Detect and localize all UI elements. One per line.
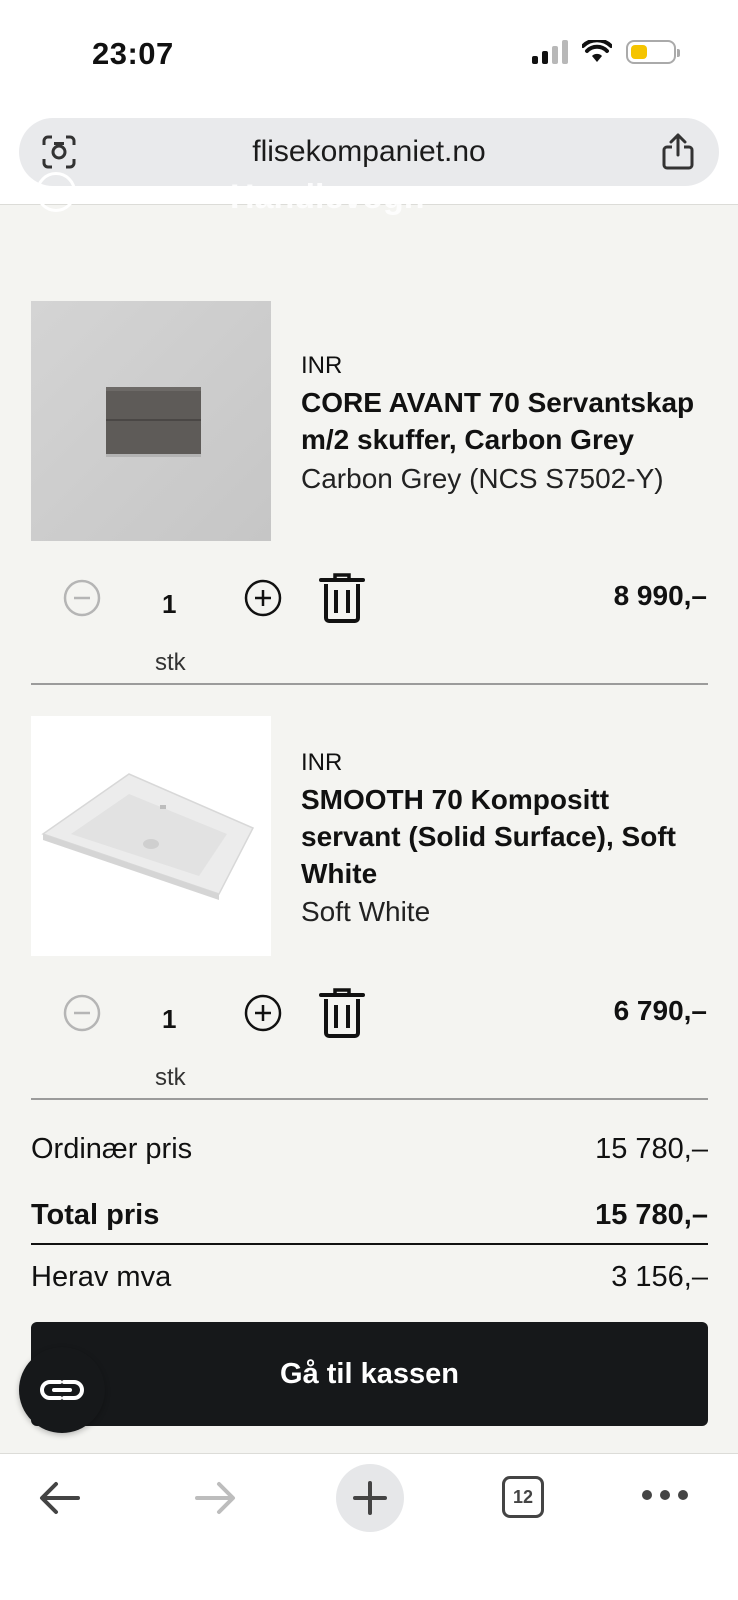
- url-bar[interactable]: flisekompaniet.no: [19, 118, 719, 186]
- ordinary-price-value: 15 780,–: [595, 1133, 708, 1165]
- ordinary-price-row: Ordinær pris 15 780,–: [31, 1133, 708, 1166]
- back-arrow-icon[interactable]: [38, 1480, 82, 1516]
- item-divider: [31, 683, 708, 685]
- chat-button[interactable]: [19, 1347, 105, 1433]
- more-menu-icon[interactable]: [642, 1490, 688, 1500]
- product-variant: Carbon Grey (NCS S7502-Y): [301, 463, 664, 494]
- product-price: 6 790,–: [613, 995, 707, 1026]
- vat-value: 3 156,–: [611, 1261, 708, 1293]
- total-price-value: 15 780,–: [595, 1199, 708, 1231]
- sink-image: [41, 773, 255, 900]
- increase-quantity-button[interactable]: [243, 578, 283, 618]
- new-tab-button[interactable]: [336, 1464, 404, 1532]
- url-text[interactable]: flisekompaniet.no: [19, 135, 719, 169]
- decrease-quantity-button[interactable]: [62, 993, 102, 1033]
- wifi-icon: [582, 40, 612, 62]
- product-name[interactable]: SMOOTH 70 Kompositt servant (Solid Surfa…: [301, 781, 711, 892]
- browser-bottom-bar: 12: [0, 1453, 738, 1600]
- vat-row: Herav mva 3 156,–: [31, 1261, 708, 1294]
- browser-top-bar: 23:07 flisekompaniet.no: [0, 0, 738, 205]
- plus-icon: [353, 1481, 387, 1515]
- product-price: 8 990,–: [613, 580, 707, 611]
- ordinary-price-label: Ordinær pris: [31, 1133, 193, 1165]
- header-ghost-title: Handlevogn: [230, 178, 425, 216]
- cellular-signal-icon: [532, 40, 568, 64]
- tabs-button[interactable]: 12: [502, 1476, 544, 1518]
- checkout-button[interactable]: Gå til kassen: [31, 1322, 708, 1426]
- item-divider: [31, 1098, 708, 1100]
- total-price-label: Total pris: [31, 1199, 160, 1231]
- battery-icon: [626, 40, 680, 64]
- product-brand: INR: [301, 749, 343, 776]
- cabinet-image: [106, 387, 201, 457]
- total-divider: [31, 1243, 708, 1245]
- status-time: 23:07: [92, 36, 174, 71]
- trash-icon[interactable]: [318, 572, 366, 624]
- product-name[interactable]: CORE AVANT 70 Servantskap m/2 skuffer, C…: [301, 384, 711, 458]
- product-image[interactable]: [31, 716, 271, 956]
- quantity-value: 1: [162, 1004, 177, 1034]
- trash-icon[interactable]: [318, 987, 366, 1039]
- quantity-unit: stk: [155, 649, 186, 676]
- header-ghost-icon: [36, 172, 76, 212]
- quantity-value: 1: [162, 589, 177, 619]
- product-variant: Soft White: [301, 896, 431, 927]
- product-image[interactable]: [31, 301, 271, 541]
- quantity-unit: stk: [155, 1064, 186, 1091]
- total-price-row: Total pris 15 780,–: [31, 1199, 708, 1232]
- forward-arrow-icon[interactable]: [193, 1480, 237, 1516]
- share-icon[interactable]: [661, 132, 695, 170]
- status-icons: [532, 40, 680, 64]
- increase-quantity-button[interactable]: [243, 993, 283, 1033]
- decrease-quantity-button[interactable]: [62, 578, 102, 618]
- chat-icon: [40, 1380, 84, 1400]
- product-brand: INR: [301, 352, 343, 379]
- vat-label: Herav mva: [31, 1261, 172, 1293]
